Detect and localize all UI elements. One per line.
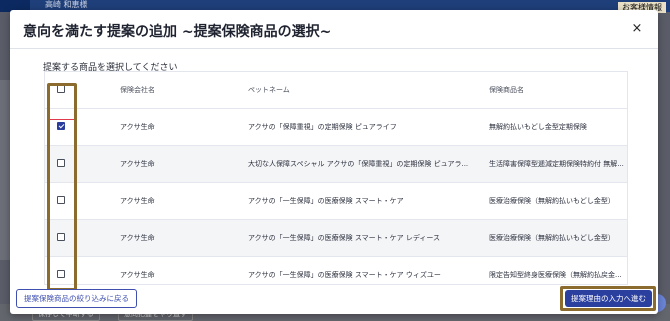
company-cell: アクサ生命 [120, 197, 155, 205]
table-header-row: 保険会社名 ペットネーム 保険商品名 [45, 72, 627, 109]
product-cell: 無解約払いもどし金型定期保険 [489, 123, 587, 131]
product-cell: 生活障害保障型逓減定期保険特約付 無解... [489, 160, 624, 168]
column-header-product: 保険商品名 [489, 86, 524, 94]
product-selection-modal: 意向を満たす提案の追加 ~提案保険商品の選択~ × 提案する商品を選択してくださ… [10, 10, 658, 314]
petname-cell: アクサの「一生保障」の医療保険 スマート・ケア [248, 197, 404, 205]
product-cell: 限定告知型終身医療保険（無解約払戻金... [489, 271, 622, 279]
table-row[interactable]: アクサ生命 アクサの「一生保障」の医療保険 スマート・ケア レディース 医療治療… [45, 220, 627, 257]
modal-title: 意向を満たす提案の追加 ~提案保険商品の選択~ [23, 24, 332, 40]
company-cell: アクサ生命 [120, 234, 155, 242]
company-cell: アクサ生命 [120, 123, 155, 131]
table-row[interactable]: アクサ生命 アクサの「一生保障」の医療保険 スマート・ケア 医療治療保険（無解約… [45, 183, 627, 220]
next-to-reason-button[interactable]: 提案理由の入力へ進む [565, 290, 652, 307]
back-to-filter-button[interactable]: 提案保険商品の絞り込みに戻る [16, 289, 137, 308]
modal-footer: 提案保険商品の絞り込みに戻る 提案理由の入力へ進む [10, 284, 658, 314]
column-header-company: 保険会社名 [120, 86, 155, 94]
company-cell: アクサ生命 [120, 160, 155, 168]
close-icon[interactable]: × [630, 22, 644, 36]
column-header-petname: ペットネーム [248, 86, 290, 94]
petname-cell: アクサの「保障重視」の定期保険 ピュアライフ [248, 123, 397, 131]
product-cell: 医療治療保険（無解約払いもどし金型） [489, 197, 615, 205]
table-row[interactable]: アクサ生命 アクサの「保障重視」の定期保険 ピュアライフ 無解約払いもどし金型定… [45, 109, 627, 146]
checkbox-column-highlight [47, 83, 77, 291]
product-cell: 医療治療保険（無解約払いもどし金型） [489, 234, 615, 242]
company-cell: アクサ生命 [120, 271, 155, 279]
petname-cell: アクサの「一生保障」の医療保険 スマート・ケア ウィズユー [248, 271, 441, 279]
background-sidebar [0, 80, 10, 260]
table-row[interactable]: アクサ生命 大切な人保障スペシャル アクサの「保障重視」の定期保険 ピュアラ..… [45, 146, 627, 183]
user-name: 高崎 和恵様 [45, 0, 88, 9]
table-row[interactable]: アクサ生命 アクサの「一生保障」の医療保険 スマート・ケア ウィズユー 限定告知… [45, 257, 627, 284]
product-table: 保険会社名 ペットネーム 保険商品名 アクサ生命 アクサの「保障重視」の定期保険… [44, 71, 628, 285]
modal-header: 意向を満たす提案の追加 ~提案保険商品の選択~ × [10, 10, 658, 49]
petname-cell: アクサの「一生保障」の医療保険 スマート・ケア レディース [248, 234, 441, 242]
petname-cell: 大切な人保障スペシャル アクサの「保障重視」の定期保険 ピュアラ... [248, 160, 469, 168]
